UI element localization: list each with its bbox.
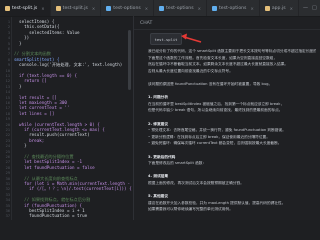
code-text: })	[14, 35, 30, 41]
chat-bullet: 预处理文本：去除首尾空格，并统一换行符，避免 foundPunctuation …	[148, 128, 316, 133]
tab-1[interactable]: test-split.js ×	[51, 0, 102, 16]
chat-paragraph: 下面是修改后的 smartSplit 函数：	[148, 161, 207, 166]
chat-heading: 1. 问题分析	[148, 95, 168, 100]
code-line[interactable]: }	[14, 84, 22, 90]
maximize-icon[interactable]: □	[312, 5, 317, 11]
chat-paragraph	[148, 115, 316, 120]
tab-0[interactable]: test-split.js ×	[0, 0, 51, 16]
code-text: foundPunctuation = true	[14, 213, 88, 219]
code-text: // 从最大长度向前查找标点	[14, 175, 78, 181]
chat-heading: 3. 更新后的代码	[148, 154, 176, 159]
chat-panel-header: CHAT	[134, 17, 320, 30]
minimize-icon[interactable]: —	[303, 5, 308, 11]
code-editor[interactable]: 1 selectItems) {2 this.setData({3 select…	[0, 17, 133, 220]
file-icon	[55, 5, 61, 11]
editor-scrollbar[interactable]	[128, 30, 131, 90]
code-text: console.log('开始处理, 文本:', text.length)	[14, 62, 123, 68]
code-text: selectedItems: Value	[14, 29, 80, 35]
red-arrow-annotation	[181, 33, 202, 43]
code-text: while (currentText.length > 0) {	[14, 121, 100, 127]
close-tab-icon[interactable]: ×	[250, 6, 253, 11]
code-line[interactable]: }	[14, 143, 27, 149]
code-text: // 查找最近的分隔符位置	[14, 154, 74, 159]
code-line[interactable]: if (/[。！？；\n]/.test(currentText[i])) {	[14, 186, 132, 192]
code-text: let lines = []	[14, 110, 55, 116]
close-tab-icon[interactable]: ×	[290, 6, 293, 11]
tab-label: test-options	[166, 5, 194, 11]
code-text: selectItems) {	[14, 19, 55, 24]
tab-label: app.js	[271, 5, 286, 11]
close-tab-icon[interactable]: ×	[92, 6, 95, 11]
chat-paragraph: 然后在循环中不断截取当前文本。如果剩余文本长度不超过最大长度就直接放入结果。	[148, 62, 289, 67]
code-reference-chip[interactable]: test-split	[150, 33, 182, 45]
chat-paragraph	[148, 148, 316, 153]
code-text: if (currentText.length <= max) {	[14, 127, 105, 132]
chat-paragraph	[148, 89, 316, 94]
code-line[interactable]: foundPunctuation = true	[14, 213, 87, 219]
file-icon	[159, 5, 165, 11]
window-controls: —□✕	[299, 0, 320, 16]
code-line[interactable]: let lines = []	[14, 111, 54, 117]
code-line[interactable]: }	[14, 41, 22, 47]
file-icon	[211, 5, 217, 11]
code-text: this.setData({	[14, 24, 60, 30]
code-text: if (/[。！？；\n]/.test(currentText[i])) {	[14, 186, 132, 192]
code-text: break;	[14, 137, 45, 143]
file-icon	[106, 5, 112, 11]
chat-paragraph: 根据上面的修改，再次测试后文本会按照预期被正确分割。	[148, 181, 244, 185]
chat-paragraph	[148, 168, 316, 173]
code-text: }	[14, 143, 27, 149]
chat-heading: 4. 测试结果	[148, 174, 168, 179]
chat-paragraph: 但是代码中缺少 break 语句，所以会继续向前查找，最终找到的是最前面的标点。	[148, 108, 283, 113]
code-text: for (let i = Math.min(currentText.length…	[24, 181, 133, 186]
chat-paragraph	[148, 188, 316, 193]
code-text: let foundPunctuation = false	[14, 164, 95, 170]
line-number: 37	[5, 214, 10, 219]
code-text: // 分割文本的函数	[14, 51, 51, 57]
tab-label: test-split.js	[12, 5, 38, 11]
code-line[interactable]: console.log('开始处理, 文本:', text.length)	[14, 62, 122, 68]
tab-2[interactable]: test-options ×	[101, 0, 155, 16]
tab-bar: test-split.js × test-split.js × test-options…	[0, 0, 320, 17]
chat-panel: CHAT test-split 我已经分析了你的代码，这个 smartSplit…	[134, 17, 320, 220]
chat-heading: 2. 修复建议	[148, 121, 168, 126]
code-text: }	[14, 40, 22, 46]
chat-paragraph: 如果需要我可以帮你继续编写完整的单元测试用例。	[148, 207, 233, 212]
chat-bullet: 更新分割逻辑：在找到标点后立即 break，保证使用最近的分隔符位置。	[148, 135, 316, 140]
tab-4[interactable]: test-options ×	[207, 0, 260, 16]
code-text: if (foundPunctuation) {	[14, 202, 83, 208]
close-tab-icon[interactable]: ×	[41, 6, 44, 11]
tab-3[interactable]: test-options ×	[154, 0, 207, 16]
tab-label: test-options	[218, 5, 247, 11]
file-icon	[264, 5, 270, 11]
chat-heading: 5. 其他建议	[148, 194, 168, 199]
code-text: let currentText = ''	[14, 105, 70, 111]
chat-paragraph: 该问题的原因是 foundPunctuation 没有在循环开始时被重置，导致 …	[148, 82, 273, 86]
code-text: let result = []	[14, 94, 57, 100]
close-tab-icon[interactable]: ×	[198, 6, 201, 11]
chat-paragraph: 我已经分析了你的代码，这个 smartSplit 函数主要用于把长文本按句号等标…	[148, 49, 316, 53]
code-text: return []	[14, 78, 47, 84]
code-text: }	[14, 83, 22, 89]
code-line[interactable]: let foundPunctuation = false	[14, 165, 95, 171]
code-text: let bestSplitIndex = -1	[14, 159, 83, 165]
chat-paragraph: 否则从最大长度位置向前查找最近的中文标点符号。	[148, 68, 233, 73]
tab-label: test-split.js	[62, 5, 88, 11]
chat-title: CHAT	[140, 20, 153, 26]
chat-paragraph: 下面是这个函数的工作流程。首先检查文本长度，如果为空则直接返回空数组，	[148, 55, 278, 60]
file-icon	[5, 5, 10, 11]
tab-5[interactable]: app.js ×	[260, 0, 299, 16]
chat-bullet: 避免死循环：确保每次循环 currentText 都会变短，否则强制按最大长度截…	[148, 141, 316, 146]
close-tab-icon[interactable]: ×	[145, 6, 148, 11]
chat-paragraph: 在当前的循环里 bestSplitIndex 被赋值之后，找到第一个标点就应该立…	[148, 101, 285, 106]
code-text: bestSplitIndex = i + 1	[14, 208, 85, 213]
chat-paragraph: 建议在函数开头加入参数校验，并为 maxLength 提供默认值，提高代码的健壮…	[148, 200, 286, 205]
code-text: let maxLength = 300	[14, 100, 67, 105]
code-text: if (text.length == 0) {	[14, 73, 78, 78]
tab-label: test-options	[113, 5, 141, 11]
chat-paragraph	[148, 75, 316, 80]
code-text: result.push(currentText)	[14, 132, 90, 138]
code-text: // 如果找到标点，就在标点后分割	[14, 197, 91, 203]
